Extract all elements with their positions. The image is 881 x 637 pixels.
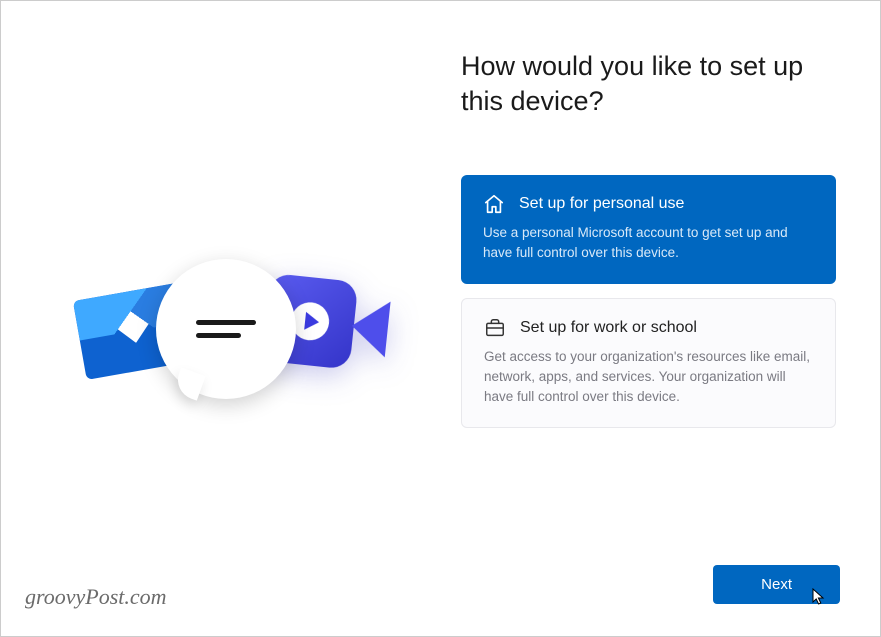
option-description: Get access to your organization's resour… [484, 347, 813, 408]
page-title: How would you like to set up this device… [461, 49, 836, 119]
setup-illustration [61, 249, 381, 429]
option-work-school[interactable]: Set up for work or school Get access to … [461, 298, 836, 429]
briefcase-icon [484, 317, 506, 339]
watermark: groovyPost.com [25, 584, 167, 610]
option-description: Use a personal Microsoft account to get … [483, 223, 814, 264]
content-panel: How would you like to set up this device… [451, 1, 880, 636]
illustration-panel [1, 1, 451, 636]
speech-bubble-icon [156, 259, 296, 399]
next-button[interactable]: Next [713, 565, 840, 604]
option-title: Set up for work or school [520, 319, 697, 337]
option-title: Set up for personal use [519, 195, 684, 213]
home-icon [483, 193, 505, 215]
option-personal-use[interactable]: Set up for personal use Use a personal M… [461, 175, 836, 284]
